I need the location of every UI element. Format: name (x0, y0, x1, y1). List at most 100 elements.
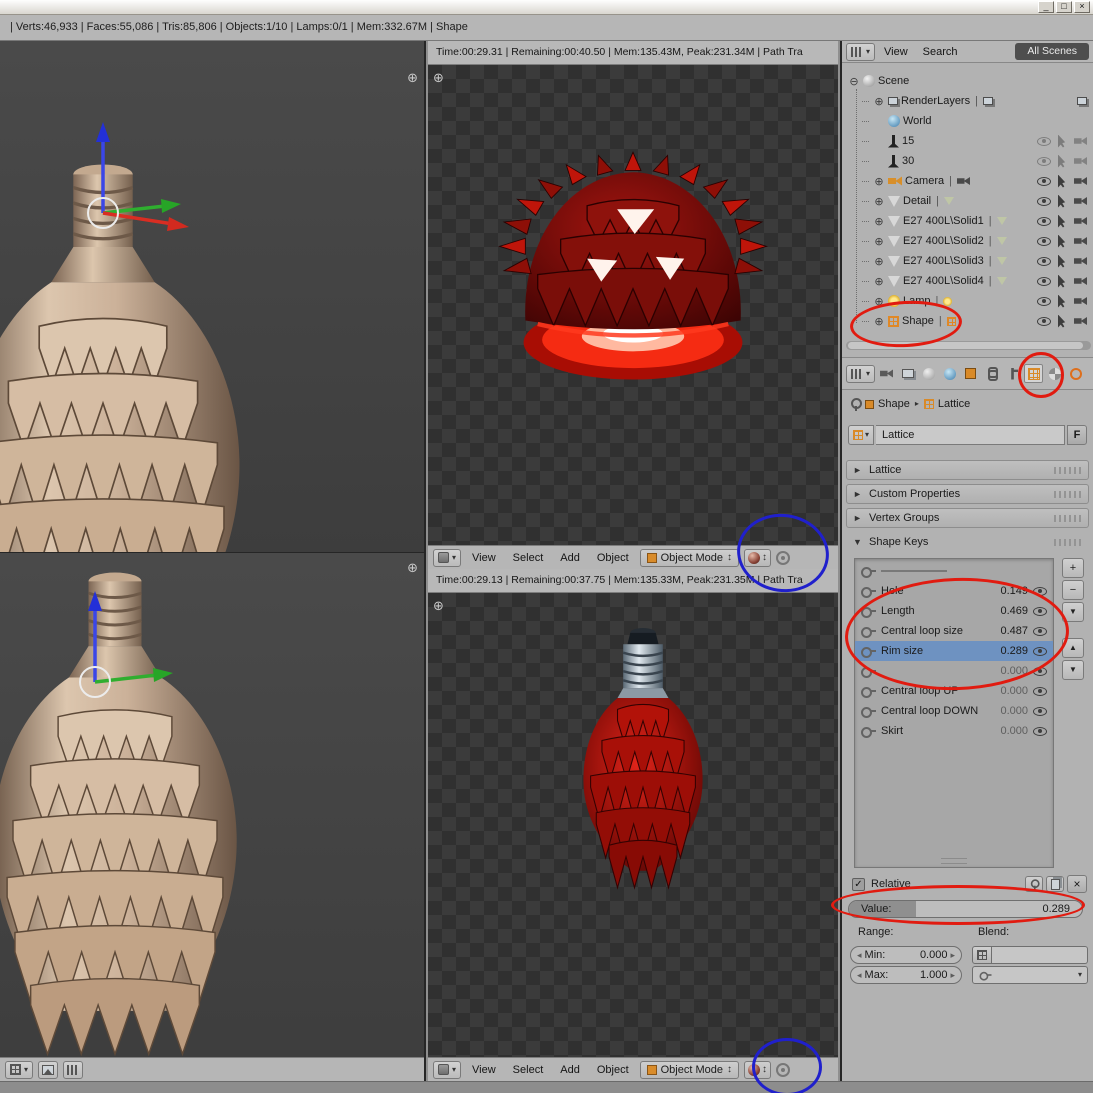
shapekey-row-central-loop-up[interactable]: Central loop UP 0.000 (855, 681, 1053, 701)
lamp-render-red-bulb[interactable] (558, 623, 728, 892)
panel-custom-properties[interactable]: ► Custom Properties (846, 484, 1089, 504)
panel-vertex-groups[interactable]: ► Vertex Groups (846, 508, 1089, 528)
outliner-row-30[interactable]: 30 (842, 151, 1093, 171)
render-result-area[interactable]: ⊕ (428, 65, 838, 545)
selectability-cursor-icon[interactable] (1058, 195, 1067, 208)
expand-icon[interactable]: ⊕ (873, 235, 885, 248)
relative-checkbox[interactable]: ✓ (852, 878, 865, 891)
expand-icon[interactable]: ⊕ (873, 175, 885, 188)
manipulator-widget-icon[interactable] (776, 551, 790, 565)
clear-shapekeys-button[interactable]: × (1067, 875, 1087, 893)
mode-dropdown[interactable]: Object Mode ↕ (640, 1061, 739, 1079)
blend-vertex-group-field[interactable] (972, 946, 1088, 964)
mute-eye-icon[interactable] (1033, 727, 1047, 736)
shapekey-row-skirt[interactable]: Skirt 0.000 (855, 721, 1053, 741)
outliner-row-detail[interactable]: ⊕ Detail | (842, 191, 1093, 211)
vertex-group-dropdown[interactable] (992, 946, 1088, 964)
panel-grip[interactable] (1054, 491, 1082, 498)
expand-region-icon[interactable]: ⊕ (407, 71, 418, 84)
editor-type-button[interactable]: ▾ (846, 365, 875, 383)
selectability-cursor-icon[interactable] (1058, 275, 1067, 288)
renderability-camera-icon[interactable] (1074, 197, 1087, 206)
scrollbar-thumb[interactable] (848, 342, 1083, 349)
editor-type-button[interactable]: ▾ (433, 549, 461, 567)
range-min-field[interactable]: ◂ Min: 0.000 ▸ (850, 946, 962, 964)
expand-icon[interactable]: ⊕ (873, 215, 885, 228)
blend-basis-key-field[interactable]: ▾ (972, 966, 1088, 984)
visibility-eye-icon[interactable] (1037, 257, 1051, 266)
display-mode-dropdown[interactable]: All Scenes (1015, 43, 1089, 60)
datablock-browse-button[interactable]: ▾ (848, 425, 874, 445)
breadcrumb-data[interactable]: Lattice (924, 398, 970, 410)
selectability-cursor-icon[interactable] (1058, 155, 1067, 168)
renderability-camera-icon[interactable] (1074, 297, 1087, 306)
mode-dropdown[interactable]: Object Mode ↕ (640, 549, 739, 567)
outliner-row-15[interactable]: 15 (842, 131, 1093, 151)
stats-display-button[interactable] (63, 1061, 83, 1079)
mute-eye-icon[interactable] (1033, 687, 1047, 696)
increment-icon[interactable]: ▸ (950, 970, 955, 981)
properties-tab-material[interactable] (1045, 364, 1064, 383)
minimize-button[interactable]: _ (1038, 1, 1054, 13)
decrement-icon[interactable]: ◂ (857, 970, 862, 981)
breadcrumb-object[interactable]: Shape (865, 398, 910, 410)
expand-icon[interactable]: ⊕ (873, 95, 885, 108)
visibility-eye-icon[interactable] (1037, 297, 1051, 306)
properties-tab-renderlayers[interactable] (898, 364, 917, 383)
outliner-row-lamp[interactable]: ⊕ Lamp | (842, 291, 1093, 311)
properties-tab-data[interactable] (1024, 364, 1043, 383)
selectability-cursor-icon[interactable] (1058, 215, 1067, 228)
selectability-cursor-icon[interactable] (1058, 235, 1067, 248)
selectability-cursor-icon[interactable] (1058, 315, 1067, 328)
mute-eye-icon[interactable] (1033, 707, 1047, 716)
outliner-row-scene[interactable]: ⊖ Scene (842, 71, 1093, 91)
properties-tab-render[interactable] (877, 364, 896, 383)
selectability-cursor-icon[interactable] (1058, 295, 1067, 308)
viewport-render-bottom[interactable]: Time:00:29.13 | Remaining:00:37.75 | Mem… (428, 569, 838, 1081)
list-resize-grip[interactable] (941, 858, 967, 864)
shapekey-specials-button[interactable]: ▼ (1062, 602, 1084, 622)
visibility-eye-icon[interactable] (1037, 177, 1051, 186)
outliner-row-solid3[interactable]: ⊕ E27 400L\Solid3 | (842, 251, 1093, 271)
shapekey-row-rim-size[interactable]: Rim size 0.289 (855, 641, 1053, 661)
expand-icon[interactable]: ⊕ (873, 315, 885, 328)
shapekey-row-central-loop-down[interactable]: Central loop DOWN 0.000 (855, 701, 1053, 721)
outliner-row-camera[interactable]: ⊕ Camera | (842, 171, 1093, 191)
fake-user-button[interactable]: F (1067, 425, 1087, 445)
expand-icon[interactable]: ⊕ (873, 275, 885, 288)
properties-tab-physics[interactable] (1066, 364, 1085, 383)
renderability-camera-icon[interactable] (1074, 157, 1087, 166)
add-shapekey-button[interactable]: + (1062, 558, 1084, 578)
selectability-cursor-icon[interactable] (1058, 175, 1067, 188)
properties-tab-object[interactable] (961, 364, 980, 383)
visibility-eye-icon[interactable] (1037, 317, 1051, 326)
selectability-cursor-icon[interactable] (1058, 135, 1067, 148)
panel-shape-keys[interactable]: ▼ Shape Keys (846, 532, 1089, 552)
outliner-row-solid1[interactable]: ⊕ E27 400L\Solid1 | (842, 211, 1093, 231)
shape-key-list[interactable]: Hole 0.149 Length 0.469 Central loop siz… (854, 558, 1054, 868)
value-slider[interactable]: Value: 0.289 (848, 900, 1083, 918)
mute-eye-icon[interactable] (1033, 587, 1047, 596)
mute-eye-icon[interactable] (1033, 667, 1047, 676)
mute-eye-icon[interactable] (1033, 647, 1047, 656)
remove-shapekey-button[interactable]: − (1062, 580, 1084, 600)
menu-object[interactable]: Object (591, 552, 635, 564)
renderability-camera-icon[interactable] (1074, 177, 1087, 186)
move-key-down-button[interactable]: ▼ (1062, 660, 1084, 680)
expand-icon[interactable]: ⊕ (873, 295, 885, 308)
transform-manipulator[interactable] (33, 118, 203, 288)
menu-search[interactable]: Search (917, 46, 964, 58)
mute-eye-icon[interactable] (1033, 627, 1047, 636)
panel-lattice[interactable]: ► Lattice (846, 460, 1089, 480)
properties-tab-constraints[interactable] (982, 364, 1001, 383)
render-result-area[interactable]: ⊕ (428, 593, 838, 1057)
renderability-camera-icon[interactable] (1074, 217, 1087, 226)
viewport-render-top[interactable]: Time:00:29.31 | Remaining:00:40.50 | Mem… (428, 41, 838, 569)
panel-grip[interactable] (1054, 467, 1082, 474)
editor-type-button[interactable]: ▾ (846, 43, 875, 61)
pin-icon[interactable] (850, 398, 860, 411)
menu-select[interactable]: Select (507, 1064, 550, 1076)
renderability-camera-icon[interactable] (1074, 137, 1087, 146)
datablock-name-field[interactable]: Lattice (876, 425, 1065, 445)
menu-view[interactable]: View (466, 552, 502, 564)
